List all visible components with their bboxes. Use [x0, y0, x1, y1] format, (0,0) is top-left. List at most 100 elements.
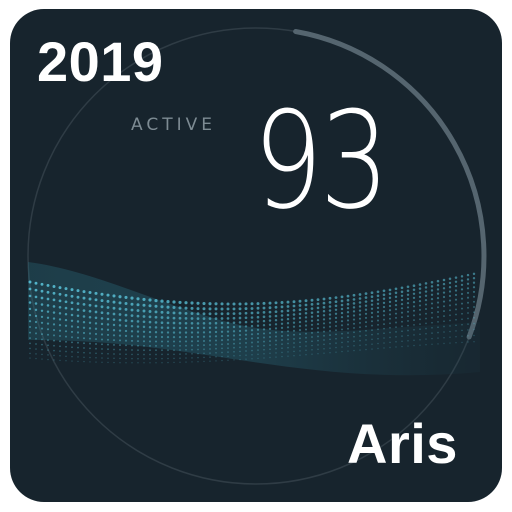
wave-particle [472, 290, 476, 293]
wave-particle [124, 313, 128, 317]
wave-particle [220, 317, 224, 320]
wave-particle [250, 311, 254, 315]
wave-particle [413, 314, 415, 317]
wave-particle [40, 303, 44, 306]
wave-particle [215, 360, 217, 362]
wave-particle [70, 325, 74, 328]
wave-particle [269, 336, 271, 338]
wave-particle [58, 306, 62, 309]
wave-particle [190, 306, 194, 310]
wave-particle [245, 354, 247, 356]
wave-particle [280, 314, 284, 317]
wave-particle [364, 308, 368, 311]
wave-particle [40, 309, 44, 313]
wave-particle [424, 299, 428, 302]
wave-particle [172, 340, 176, 343]
wave-particle [275, 356, 277, 358]
wave-particle [184, 311, 188, 315]
wave-particle [142, 330, 146, 333]
wave-particle [125, 349, 127, 351]
wave-particle [209, 360, 211, 362]
wave-particle [148, 310, 152, 313]
wave-particle [215, 347, 217, 350]
wave-particle [340, 299, 344, 303]
wave-particle [263, 348, 265, 351]
wave-particle [166, 326, 170, 330]
wave-particle [226, 338, 230, 341]
wave-particle [154, 335, 158, 339]
wave-particle [29, 352, 31, 355]
wave-particle [425, 332, 427, 335]
wave-particle [160, 299, 164, 303]
wave-particle [124, 295, 128, 299]
wave-particle [280, 305, 284, 309]
wave-particle [161, 362, 163, 364]
wave-particle [118, 334, 122, 337]
wave-particle [274, 318, 278, 322]
wave-particle [113, 343, 115, 346]
wave-particle [232, 338, 236, 341]
wave-particle [431, 332, 433, 334]
wave-particle [29, 342, 31, 345]
wave-particle [148, 340, 152, 343]
wave-particle [334, 308, 338, 312]
wave-particle [443, 342, 445, 345]
wave-particle [341, 341, 343, 344]
wave-particle [412, 305, 416, 308]
wave-particle [359, 344, 361, 347]
wave-particle [88, 337, 92, 340]
wave-particle [185, 357, 187, 359]
wave-particle [155, 353, 157, 356]
wave-particle [461, 318, 463, 321]
wave-particle [358, 313, 362, 316]
wave-particle [58, 292, 62, 296]
wave-particle [304, 299, 308, 303]
wave-particle [274, 305, 278, 309]
wave-particle [197, 361, 199, 363]
wave-particle [34, 308, 38, 312]
wave-particle [359, 335, 361, 337]
wave-particle [124, 319, 128, 322]
wave-particle [239, 354, 241, 357]
wave-particle [341, 328, 343, 331]
wave-particle [419, 313, 421, 316]
wave-particle [269, 348, 271, 351]
wave-particle [389, 341, 391, 344]
wave-particle [448, 286, 452, 289]
wave-particle [418, 287, 422, 290]
wave-particle [52, 305, 56, 308]
wave-particle [359, 339, 361, 342]
wave-particle [226, 321, 230, 325]
wave-particle [46, 310, 50, 313]
wave-particle [119, 353, 121, 355]
wave-particle [173, 344, 175, 347]
wave-particle [107, 357, 109, 359]
wave-particle [418, 308, 422, 311]
wave-particle [442, 278, 446, 282]
wave-particle [83, 342, 85, 345]
wave-particle [377, 323, 379, 326]
wave-particle [407, 339, 409, 342]
wave-particle [347, 327, 349, 330]
wave-particle [412, 288, 416, 291]
wave-particle [215, 343, 217, 346]
wave-particle [269, 344, 271, 346]
wave-particle [382, 289, 386, 293]
wave-particle [131, 349, 133, 351]
wave-particle [167, 361, 169, 364]
wave-particle [274, 327, 278, 330]
wave-particle [287, 342, 289, 345]
wave-particle [377, 319, 379, 322]
wave-particle [52, 323, 56, 326]
wave-particle [454, 298, 458, 301]
wave-particle [274, 323, 278, 326]
wave-particle [472, 286, 476, 289]
wave-particle [370, 307, 374, 310]
wave-particle [412, 309, 416, 312]
wave-particle [412, 292, 416, 296]
wave-particle [388, 292, 392, 296]
wave-particle [460, 275, 464, 278]
wave-particle [179, 361, 181, 363]
wave-particle [89, 342, 91, 345]
wave-particle [274, 310, 278, 314]
